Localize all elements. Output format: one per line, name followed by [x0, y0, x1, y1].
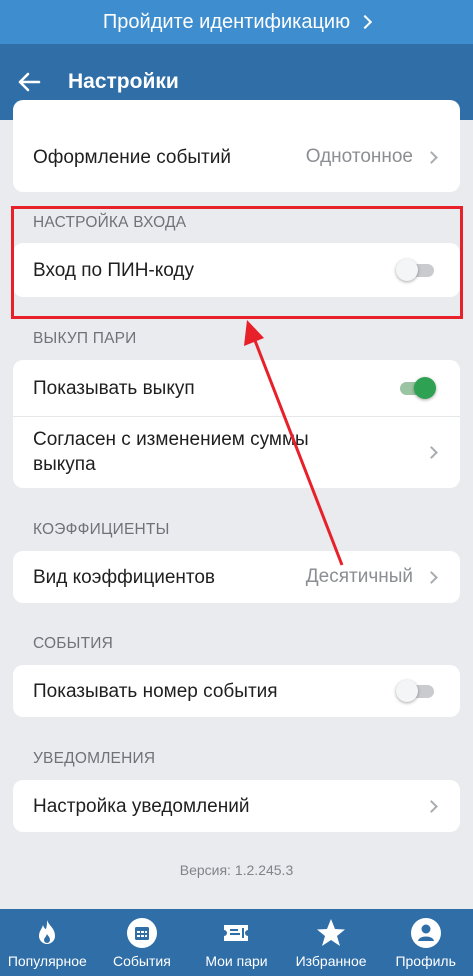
agree-buyout-change-label: Согласен с изменением суммы выкупа [33, 429, 309, 475]
nav-favorites-label: Избранное [295, 953, 367, 969]
nav-favorites[interactable]: Избранное [284, 909, 379, 976]
show-event-number-label: Показывать номер события [33, 680, 278, 702]
show-buyout-row[interactable]: Показывать выкуп [13, 363, 460, 413]
coefficients-card: Вид коэффициентов Десятичный [13, 551, 460, 603]
event-design-card: Оформление событий Однотонное [13, 100, 460, 192]
show-event-number-toggle[interactable] [396, 680, 436, 702]
notifications-card: Настройка уведомлений [13, 780, 460, 832]
show-event-number-row[interactable]: Показывать номер события [13, 666, 460, 716]
coefficients-view-row[interactable]: Вид коэффициентов Десятичный [13, 552, 460, 602]
identification-banner-text: Пройдите идентификацию [102, 10, 351, 33]
identification-banner[interactable]: Пройдите идентификацию [0, 0, 473, 44]
flame-icon [39, 920, 56, 944]
section-title-events: СОБЫТИЯ [33, 635, 114, 652]
page-title: Настройки [68, 70, 179, 93]
event-design-label: Оформление событий [33, 146, 231, 168]
calendar-icon [126, 918, 157, 948]
divider [13, 416, 460, 417]
user-icon [410, 918, 441, 948]
show-buyout-label: Показывать выкуп [33, 377, 195, 399]
annotation-highlight-box [11, 206, 463, 319]
nav-profile[interactable]: Профиль [378, 909, 473, 976]
coefficients-view-value: Десятичный [305, 566, 413, 587]
chevron-right-icon [425, 570, 438, 584]
chevron-right-icon [425, 799, 438, 813]
coefficients-view-label: Вид коэффициентов [33, 566, 216, 588]
event-design-value: Однотонное [305, 146, 413, 167]
ticket-icon [224, 925, 249, 941]
star-icon [317, 919, 346, 946]
show-buyout-toggle[interactable] [396, 377, 436, 399]
nav-events-label: События [112, 953, 171, 969]
bottom-navigation: Популярное События Мои пари Избранное Пр… [0, 909, 473, 976]
chevron-right-icon [358, 14, 373, 30]
chevron-right-icon [425, 150, 438, 164]
nav-profile-label: Профиль [395, 953, 456, 969]
nav-my-bets[interactable]: Мои пари [189, 909, 284, 976]
back-arrow-icon[interactable] [16, 69, 42, 95]
notification-settings-row[interactable]: Настройка уведомлений [13, 781, 460, 831]
section-title-notifications: УВЕДОМЛЕНИЯ [33, 750, 156, 767]
nav-popular-label: Популярное [7, 953, 87, 969]
events-card: Показывать номер события [13, 665, 460, 717]
nav-popular[interactable]: Популярное [0, 909, 95, 976]
event-design-row[interactable]: Оформление событий Однотонное [13, 132, 460, 182]
buyout-card: Показывать выкуп Согласен с изменением с… [13, 360, 460, 488]
agree-buyout-change-row[interactable]: Согласен с изменением суммы выкупа [13, 422, 460, 482]
chevron-right-icon [425, 445, 438, 459]
app-version: Версия: 1.2.245.3 [179, 862, 294, 878]
section-title-coefficients: КОЭФФИЦИЕНТЫ [33, 521, 170, 538]
section-title-buyout: ВЫКУП ПАРИ [33, 330, 137, 347]
nav-my-bets-label: Мои пари [205, 953, 268, 969]
nav-events[interactable]: События [95, 909, 190, 976]
notification-settings-label: Настройка уведомлений [33, 795, 250, 817]
